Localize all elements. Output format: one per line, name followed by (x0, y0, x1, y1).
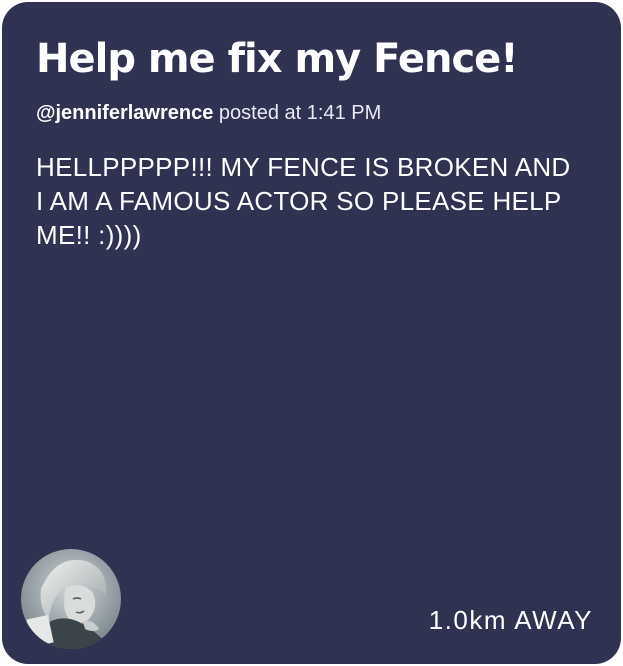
distance-label: 1.0km AWAY (428, 605, 593, 635)
author-avatar[interactable] (21, 549, 121, 649)
post-card[interactable]: Help me fix my Fence! @jenniferlawrence … (2, 2, 621, 664)
post-meta: @jenniferlawrence posted at 1:41 PM (36, 100, 381, 126)
post-title: Help me fix my Fence! (36, 36, 519, 82)
posted-label: posted at (218, 102, 302, 124)
post-body: HELLPPPPP!!! MY FENCE IS BROKEN AND I AM… (36, 152, 571, 250)
posted-time: 1:41 PM (306, 102, 382, 124)
avatar-photo-icon (21, 549, 121, 649)
author-handle[interactable]: @jenniferlawrence (36, 102, 213, 124)
